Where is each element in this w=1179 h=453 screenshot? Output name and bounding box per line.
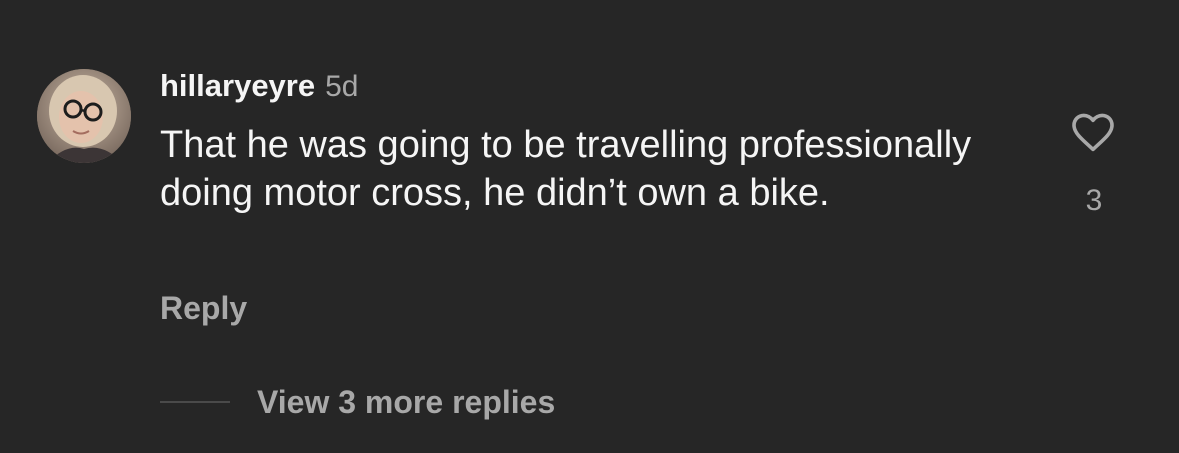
like-area: 3 (1060, 108, 1130, 224)
heart-icon[interactable] (1068, 108, 1118, 156)
comment-item: hillaryeyre 5d That he was going to be t… (0, 0, 1179, 453)
comment-text: That he was going to be travelling profe… (160, 124, 972, 214)
comment-header: hillaryeyre 5d (160, 68, 358, 108)
avatar-image (37, 69, 131, 163)
avatar[interactable] (37, 69, 131, 163)
reply-button[interactable]: Reply (160, 290, 247, 327)
like-count: 3 (1085, 184, 1103, 217)
timestamp: 5d (325, 70, 359, 103)
view-more-replies-button[interactable]: View 3 more replies (160, 380, 555, 424)
view-replies-label: View 3 more replies (257, 383, 556, 420)
username[interactable]: hillaryeyre (160, 68, 315, 104)
replies-divider-line (160, 401, 230, 403)
